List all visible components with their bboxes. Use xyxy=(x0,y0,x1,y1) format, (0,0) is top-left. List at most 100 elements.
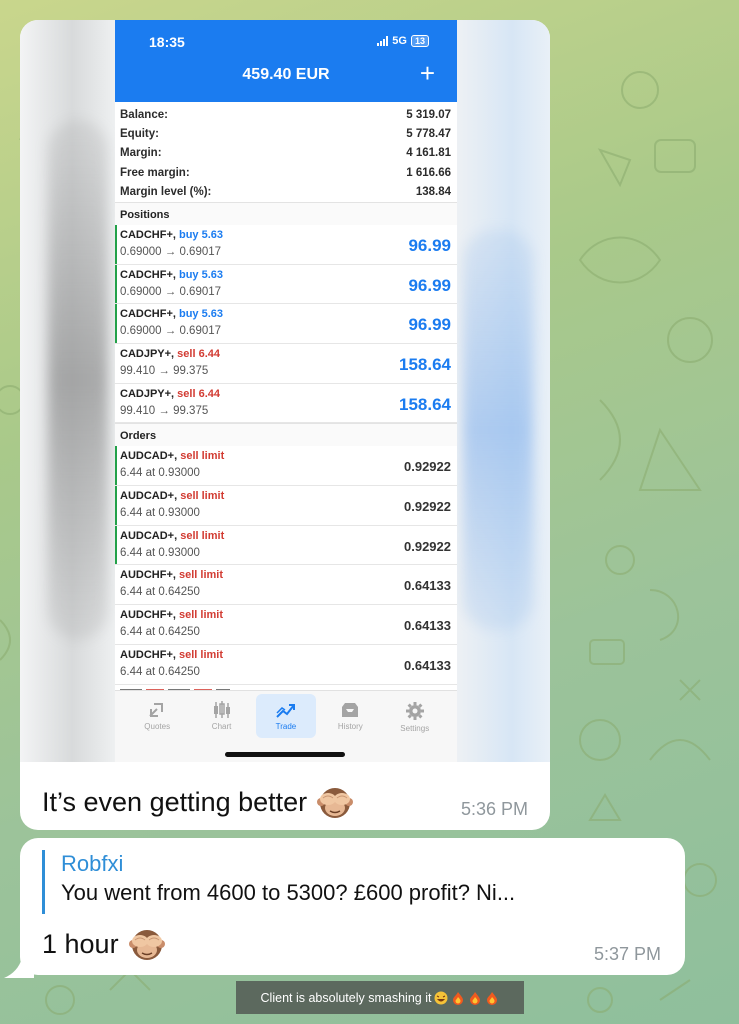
trade-side: sell 6.44 xyxy=(177,348,220,361)
order-row[interactable]: AUDCHF+, sell limit 6.44 at 0.64250 0.6413… xyxy=(115,645,457,685)
new-order-button[interactable]: + xyxy=(420,60,435,86)
blurred-left-edge xyxy=(20,20,115,762)
symbol-name: CADJPY+, xyxy=(120,387,175,400)
order-symbol: AUDCAD+, sell limit xyxy=(120,530,224,542)
position-row[interactable]: CADCHF+, buy 5.63 0.69000 → 0.69017 96.99 xyxy=(115,304,457,345)
order-row[interactable]: AUDCAD+, sell limit 6.44 at 0.93000 0.9292… xyxy=(115,486,457,526)
network-label: 5G xyxy=(392,35,407,47)
order-detail: 6.44 at 0.93000 xyxy=(120,507,200,520)
reply-message-bubble[interactable]: Robfxi You went from 4600 to 5300? £600 … xyxy=(20,838,685,975)
fire-icon xyxy=(470,991,481,1005)
see-no-evil-monkey-icon xyxy=(317,788,354,818)
mt-phone-screen: 18:35 5G 13 459.40 EUR + Balance: 5 319.0… xyxy=(115,20,457,762)
battery-icon: 13 xyxy=(410,35,429,47)
fire-icon xyxy=(487,991,498,1005)
tab-label: Trade xyxy=(275,722,297,731)
caption-text: Client is absolutely smashing it xyxy=(260,990,432,1005)
tab-label: Chart xyxy=(211,722,232,731)
tab-settings[interactable]: Settings xyxy=(385,691,445,762)
chart-icon xyxy=(213,701,230,718)
order-detail: 6.44 at 0.93000 xyxy=(120,467,200,480)
order-type: sell limit xyxy=(180,529,225,542)
message2-text: 1 hour xyxy=(42,928,119,959)
symbol-name: CADCHF+, xyxy=(120,268,176,281)
order-row[interactable]: AUDCHF+, sell limit 6.44 at 0.64250 0.6413… xyxy=(115,565,457,606)
position-profit: 96.99 xyxy=(408,315,451,335)
position-row[interactable]: CADJPY+, sell 6.44 99.410 → 99.375 158.64 xyxy=(115,384,457,424)
metric-label: Margin level (%): xyxy=(120,186,212,199)
message1-time: 5:36 PM xyxy=(460,799,528,819)
position-profit: 158.64 xyxy=(399,355,451,375)
order-detail: 6.44 at 0.64250 xyxy=(120,665,200,678)
position-row[interactable]: CADJPY+, sell 6.44 99.410 → 99.375 158.64 xyxy=(115,344,457,384)
order-price: 0.92922 xyxy=(404,459,451,475)
home-indicator xyxy=(225,752,345,757)
quoted-reply[interactable]: Robfxi You went from 4600 to 5300? £600 … xyxy=(42,850,662,914)
photo-message-bubble[interactable]: 18:35 5G 13 459.40 EUR + Balance: 5 319.0… xyxy=(20,20,550,830)
app-header: 18:35 5G 13 459.40 EUR + xyxy=(115,20,457,102)
tab-trade[interactable]: Trade xyxy=(255,694,316,738)
position-profit: 96.99 xyxy=(408,235,451,255)
symbol-name: CADCHF+, xyxy=(120,228,176,241)
order-row[interactable]: AUDCAD+, sell limit 6.44 at 0.93000 0.9292… xyxy=(115,525,457,566)
metric-row: Free margin: 1 616.66 xyxy=(120,163,451,182)
symbol-name: AUDCHF+, xyxy=(120,648,176,661)
order-detail: 6.44 at 0.64250 xyxy=(120,626,200,639)
order-row[interactable]: AUDCAD+, sell limit 6.44 at 0.93000 0.9292… xyxy=(115,446,457,487)
position-profit: 158.64 xyxy=(399,394,451,414)
position-symbol: CADJPY+, sell 6.44 xyxy=(120,348,220,360)
position-row[interactable]: CADCHF+, buy 5.63 0.69000 → 0.69017 96.99 xyxy=(115,224,457,265)
order-detail: 6.44 at 0.93000 xyxy=(120,546,200,559)
price-route: 0.69000 → 0.69017 xyxy=(120,245,222,258)
metric-label: Margin: xyxy=(120,147,162,160)
trading-screenshot-photo[interactable]: 18:35 5G 13 459.40 EUR + Balance: 5 319.0… xyxy=(20,20,550,762)
order-symbol: AUDCAD+, sell limit xyxy=(120,450,224,462)
order-symbol: AUDCHF+, sell limit xyxy=(120,609,223,621)
trade-side: buy 5.63 xyxy=(178,268,224,281)
position-profit: 96.99 xyxy=(408,275,451,295)
position-row[interactable]: CADCHF+, buy 5.63 0.69000 → 0.69017 96.99 xyxy=(115,264,457,305)
metric-row: Margin: 4 161.81 xyxy=(120,144,451,163)
message2-time: 5:37 PM xyxy=(593,944,661,964)
metric-value: 4 161.81 xyxy=(406,147,451,160)
order-type: sell limit xyxy=(178,609,224,622)
position-symbol: CADJPY+, sell 6.44 xyxy=(120,388,220,400)
trade-icon xyxy=(276,704,295,718)
positions-list: CADCHF+, buy 5.63 0.69000 → 0.69017 96.99 C… xyxy=(115,224,457,424)
symbol-name: CADJPY+, xyxy=(120,348,175,361)
order-symbol: AUDCAD+, sell limit xyxy=(120,490,224,502)
order-price: 0.64133 xyxy=(404,657,451,673)
price-route: 99.410 → 99.375 xyxy=(120,365,209,378)
order-symbol: AUDCHF+, sell limit xyxy=(120,569,223,581)
price-route: 99.410 → 99.375 xyxy=(120,404,209,417)
order-type: sell limit xyxy=(180,490,225,503)
status-time: 18:35 xyxy=(149,34,185,50)
reply-text: You went from 4600 to 5300? £600 profit?… xyxy=(61,880,516,905)
history-icon xyxy=(342,703,359,717)
status-indicators: 5G 13 xyxy=(377,35,429,47)
metric-value: 1 616.66 xyxy=(406,166,451,179)
trade-side: buy 5.63 xyxy=(178,228,224,241)
order-symbol: AUDCHF+, sell limit xyxy=(120,649,223,661)
tab-quotes[interactable]: Quotes xyxy=(127,691,187,762)
order-row[interactable]: AUDCHF+, sell limit 6.44 at 0.64250 0.6413… xyxy=(115,605,457,645)
position-symbol: CADCHF+, buy 5.63 xyxy=(120,308,223,320)
positions-header: Positions xyxy=(115,201,457,225)
metric-label: Equity: xyxy=(120,128,159,141)
order-type: sell limit xyxy=(178,648,224,661)
message-text: 1 hour xyxy=(42,926,165,962)
metric-value: 5 778.47 xyxy=(406,128,451,141)
metric-label: Free margin: xyxy=(120,166,190,179)
blurred-right-edge xyxy=(455,20,550,762)
position-symbol: CADCHF+, buy 5.63 xyxy=(120,229,223,241)
account-metrics: Balance: 5 319.07 Equity: 5 778.47 Margin: 4 … xyxy=(115,102,457,202)
metric-row: Margin level (%): 138.84 xyxy=(120,183,451,202)
symbol-name: AUDCHF+, xyxy=(120,609,176,622)
trade-side: buy 5.63 xyxy=(178,308,224,321)
tab-label: Settings xyxy=(400,724,430,733)
orders-list: AUDCAD+, sell limit 6.44 at 0.93000 0.9292… xyxy=(115,446,457,685)
symbol-name: AUDCAD+, xyxy=(120,450,178,463)
metric-label: Balance: xyxy=(120,108,168,121)
order-price: 0.92922 xyxy=(404,538,451,554)
see-no-evil-monkey-icon xyxy=(128,930,165,960)
